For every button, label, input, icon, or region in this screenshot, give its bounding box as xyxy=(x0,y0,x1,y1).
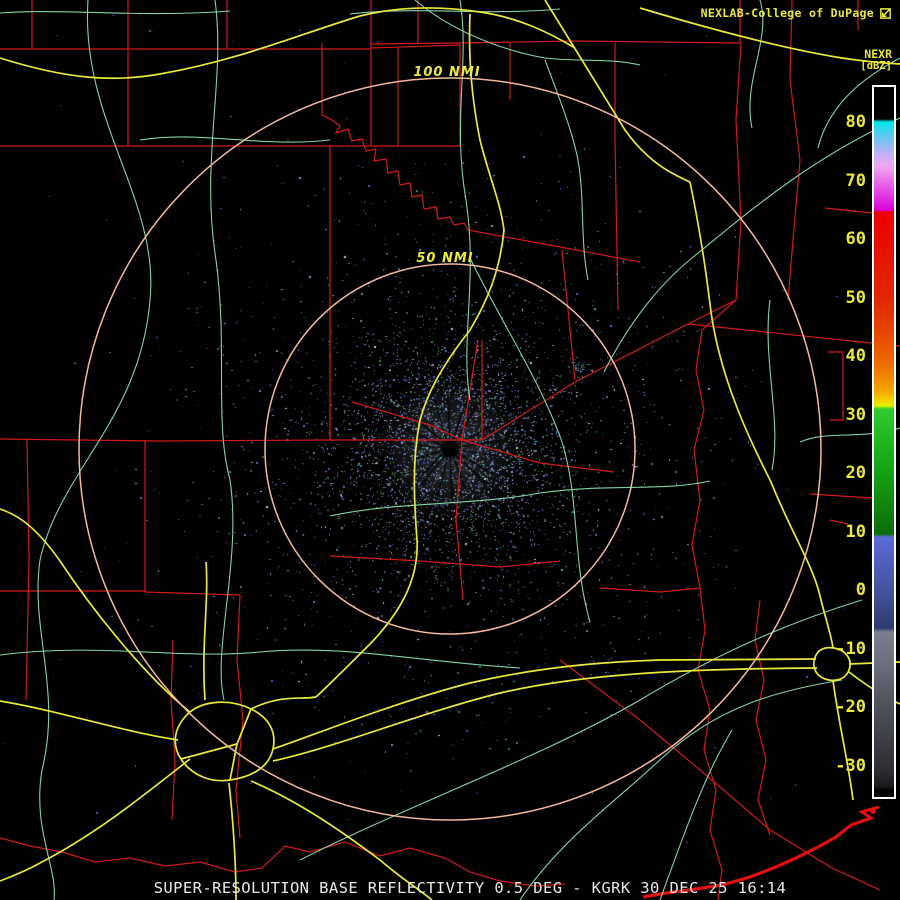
colorbar-heading: NEXR [dBZ] xyxy=(860,48,892,72)
colorbar-tick-50: 50 xyxy=(845,287,866,308)
colorbar-tick-0: 0 xyxy=(855,580,866,601)
colorbar-tick-80: 80 xyxy=(845,112,866,132)
colorbar-tick-70: 70 xyxy=(845,170,866,191)
colorbar-gradient xyxy=(874,87,894,797)
radar-display[interactable]: 50 NMI 100 NMI NEXLAB-College of DuPage … xyxy=(0,0,900,900)
colorbar-tick--30: -30 xyxy=(835,755,866,776)
status-bar-text: SUPER-RESOLUTION BASE REFLECTIVITY 0.5 D… xyxy=(153,879,787,897)
status-bar: SUPER-RESOLUTION BASE REFLECTIVITY 0.5 D… xyxy=(40,879,900,897)
product-code-label: NEXR xyxy=(864,47,892,61)
colorbar-tick-40: 40 xyxy=(845,346,866,367)
colorbar-tick--20: -20 xyxy=(835,697,866,718)
units-label: [dBZ] xyxy=(860,60,892,72)
colorbar-tick-30: 30 xyxy=(845,404,866,425)
map-overlay: 50 NMI 100 NMI xyxy=(0,0,900,900)
branding-title: NEXLAB-College of DuPage xyxy=(700,6,874,20)
range-ring-label-100: 100 NMI xyxy=(413,65,480,80)
reflectivity-colorbar xyxy=(872,85,896,799)
colorbar-tick-60: 60 xyxy=(845,229,866,250)
cod-logo-icon xyxy=(880,7,891,19)
colorbar-tick-10: 10 xyxy=(845,521,866,542)
range-ring-50nmi xyxy=(264,263,636,635)
county-boundaries-layer xyxy=(0,0,900,900)
colorbar-tick--10: -10 xyxy=(835,638,866,659)
branding: NEXLAB-College of DuPage xyxy=(701,6,892,20)
range-ring-label-50: 50 NMI xyxy=(416,251,473,266)
colorbar-tick-20: 20 xyxy=(845,463,866,484)
